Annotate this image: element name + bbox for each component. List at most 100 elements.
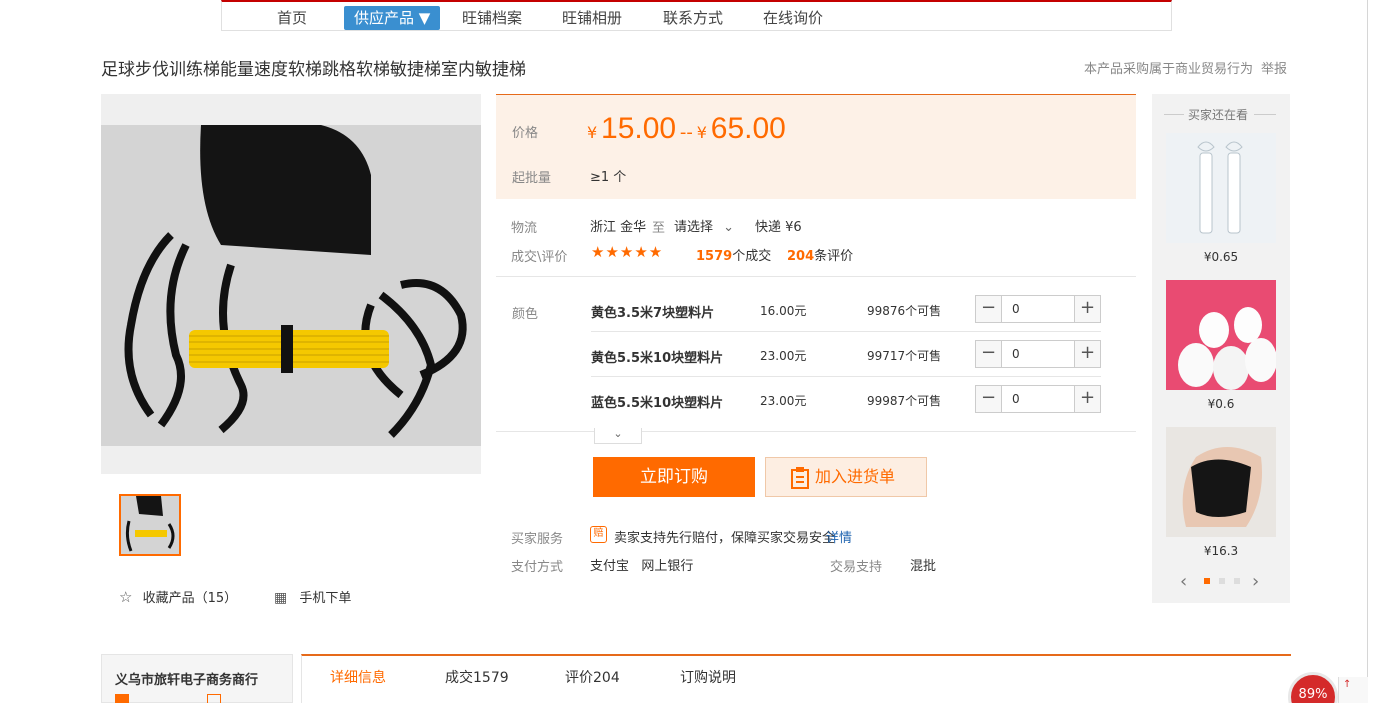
add-to-cart-label: 加入进货单 <box>815 467 896 486</box>
increase-button[interactable]: + <box>1074 296 1100 322</box>
shipping-fee: 快递 ¥6 <box>755 220 802 235</box>
currency-symbol: ¥ <box>696 123 707 142</box>
carousel-dot[interactable] <box>1219 578 1225 584</box>
mobile-order-label: 手机下单 <box>299 591 352 606</box>
review-count-unit: 条评价 <box>814 249 854 264</box>
logistics-to: 至 <box>652 221 666 236</box>
nav-album[interactable]: 旺铺相册 <box>562 6 622 30</box>
deal-count-number: 1579 <box>696 249 733 264</box>
zoom-level-badge[interactable]: 89% <box>1288 672 1338 703</box>
report-link[interactable]: 举报 <box>1261 58 1287 77</box>
currency-symbol: ¥ <box>587 123 598 142</box>
deal-count-unit: 个成交 <box>732 249 772 264</box>
shop-badge-icon <box>115 694 129 703</box>
logistics-label: 物流 <box>511 221 538 236</box>
decrease-button[interactable]: − <box>976 386 1002 412</box>
divider <box>496 276 1136 277</box>
tab-order-notes[interactable]: 订购说明 <box>680 667 736 687</box>
also-viewed-item-image[interactable] <box>1166 133 1276 243</box>
also-viewed-item-image[interactable] <box>1166 427 1276 537</box>
carousel-prev-icon[interactable]: ‹ <box>1180 571 1187 592</box>
nav-archive[interactable]: 旺铺档案 <box>462 6 522 30</box>
quantity-stepper[interactable]: − 0 + <box>975 385 1101 413</box>
deal-count[interactable]: 1579个成交 <box>696 245 771 264</box>
increase-button[interactable]: + <box>1074 341 1100 367</box>
quantity-input[interactable]: 0 <box>1012 392 1020 406</box>
sku-name: 黄色5.5米10块塑料片 <box>591 351 724 366</box>
sku-name: 黄色3.5米7块塑料片 <box>591 306 715 321</box>
sku-price: 23.00元 <box>760 394 807 408</box>
also-viewed-title: 买家还在看 <box>1188 108 1249 122</box>
title-rule <box>1164 114 1184 115</box>
also-viewed-price: ¥0.6 <box>1207 397 1235 411</box>
top-nav: 首页 供应产品 ▼ 旺铺档案 旺铺相册 联系方式 在线询价 <box>221 0 1172 31</box>
service-details-link[interactable]: 详情 <box>826 527 852 546</box>
quantity-input[interactable]: 0 <box>1012 302 1020 316</box>
moq-label: 起批量 <box>512 171 552 186</box>
shop-name[interactable]: 义乌市旅轩电子商务商行 <box>115 669 258 688</box>
also-viewed-price: ¥16.3 <box>1203 544 1239 558</box>
price-range: ¥ 15.00 -- ¥ 65.00 <box>587 112 786 146</box>
clipboard-icon <box>791 467 809 489</box>
price-high: 65.00 <box>710 112 786 145</box>
favorite-label: 收藏产品（15） <box>142 591 238 606</box>
tab-details[interactable]: 详细信息 <box>330 667 386 687</box>
buyer-service-text: 卖家支持先行赔付，保障买家交易安全 <box>614 531 836 546</box>
main-product-image[interactable] <box>101 125 481 446</box>
decrease-button[interactable]: − <box>976 296 1002 322</box>
nav-inquiry[interactable]: 在线询价 <box>763 6 823 30</box>
title-rule <box>1254 114 1276 115</box>
product-title: 足球步伐训练梯能量速度软梯跳格软梯敏捷梯室内敏捷梯 <box>101 60 526 80</box>
tab-deals[interactable]: 成交1579 <box>445 667 509 687</box>
nav-contact[interactable]: 联系方式 <box>663 6 723 30</box>
mini-widget: ↑ <box>1338 677 1368 703</box>
buyer-service-label: 买家服务 <box>511 532 564 547</box>
sku-name: 蓝色5.5米10块塑料片 <box>591 396 724 411</box>
increase-button[interactable]: + <box>1074 386 1100 412</box>
deals-label: 成交\评价 <box>511 250 568 265</box>
payment-methods: 支付宝 网上银行 <box>590 559 694 574</box>
expand-sku-button[interactable]: ⌄ <box>594 428 642 444</box>
buy-now-button[interactable]: 立即订购 <box>593 457 755 497</box>
decrease-button[interactable]: − <box>976 341 1002 367</box>
sku-stock: 99987个可售 <box>867 394 942 408</box>
row-divider <box>591 376 1101 377</box>
tab-reviews[interactable]: 评价204 <box>565 667 620 687</box>
favorite-button[interactable]: ☆ 收藏产品（15） <box>119 587 237 606</box>
sku-stock: 99717个可售 <box>867 349 942 363</box>
review-count[interactable]: 204条评价 <box>787 245 853 264</box>
price-low: 15.00 <box>601 112 677 145</box>
rating-stars: ★★★★★ <box>591 243 664 261</box>
destination-select[interactable]: 请选择 ⌄ <box>674 216 734 235</box>
price-separator: -- <box>679 122 693 143</box>
quantity-stepper[interactable]: − 0 + <box>975 295 1101 323</box>
carousel-dot[interactable] <box>1234 578 1240 584</box>
row-divider <box>591 331 1101 332</box>
carousel-dot-active[interactable] <box>1204 578 1210 584</box>
also-viewed-price: ¥0.65 <box>1203 250 1239 264</box>
quantity-input[interactable]: 0 <box>1012 347 1020 361</box>
sku-stock: 99876个可售 <box>867 304 942 318</box>
moq-value: ≥1 个 <box>590 170 627 185</box>
arrow-up-icon: ↑ <box>1343 679 1352 690</box>
sku-price: 23.00元 <box>760 349 807 363</box>
shop-info-box: 义乌市旅轩电子商务商行 <box>101 654 293 703</box>
shop-badge-icon <box>207 694 221 703</box>
also-viewed-item-image[interactable] <box>1166 280 1276 390</box>
payment-label: 支付方式 <box>511 560 564 575</box>
quantity-stepper[interactable]: − 0 + <box>975 340 1101 368</box>
nav-products[interactable]: 供应产品 ▼ <box>344 6 441 30</box>
trade-support-value: 混批 <box>910 559 937 574</box>
trade-note: 本产品采购属于商业贸易行为 <box>1084 62 1254 77</box>
carousel-next-icon[interactable]: › <box>1252 571 1259 592</box>
star-outline-icon: ☆ <box>119 588 133 606</box>
mobile-order-button[interactable]: ▦ 手机下单 <box>274 587 351 606</box>
logistics-from: 浙江 金华 <box>590 220 647 235</box>
add-to-cart-button[interactable]: 加入进货单 <box>765 457 927 497</box>
chevron-down-icon: ⌄ <box>723 220 735 235</box>
trade-support-label: 交易支持 <box>830 560 883 575</box>
nav-home[interactable]: 首页 <box>277 6 307 30</box>
thumbnail-1[interactable] <box>119 494 181 556</box>
sku-price: 16.00元 <box>760 304 807 318</box>
price-label: 价格 <box>512 126 539 141</box>
